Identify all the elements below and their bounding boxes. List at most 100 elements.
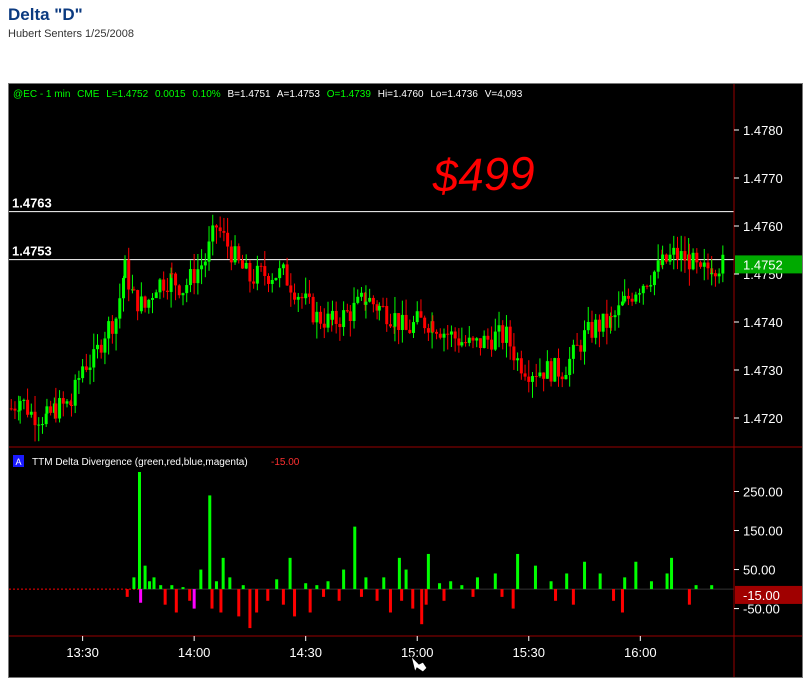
- candle-body: [29, 411, 33, 415]
- price-y-tick-label: 1.4760: [743, 219, 783, 234]
- chart-window: @EC - 1 min CME L=1.4752 0.0015 0.10% B=…: [8, 83, 803, 678]
- candle-body: [661, 254, 665, 266]
- indicator-bar-red: [308, 589, 312, 613]
- header-low: Lo=1.4736: [430, 89, 478, 100]
- candle-body: [218, 227, 222, 232]
- candle-body: [482, 335, 486, 348]
- indicator-bar-red: [174, 589, 178, 613]
- candle-body: [404, 314, 408, 330]
- candle-body: [88, 367, 92, 370]
- candle-body: [706, 262, 710, 269]
- candle-body: [702, 262, 706, 267]
- candle-body: [270, 279, 274, 284]
- indicator-bar-green: [138, 472, 141, 590]
- quote-header: @EC - 1 min CME L=1.4752 0.0015 0.10% B=…: [13, 89, 523, 100]
- price-panel: 1.4763 1.4753: [9, 196, 734, 442]
- indicator-bar-red: [400, 589, 404, 601]
- candle-body: [645, 285, 649, 287]
- candle-body: [240, 260, 244, 269]
- candle-body: [586, 321, 590, 331]
- candle-body: [334, 310, 338, 324]
- candle-body: [453, 331, 457, 339]
- indicator-bar-green: [694, 585, 698, 590]
- candle-body: [523, 373, 527, 377]
- indicator-bar-green: [364, 577, 368, 590]
- candle-body: [174, 273, 178, 286]
- candle-body: [695, 252, 699, 263]
- indicator-bar-red: [210, 589, 214, 609]
- candle-body: [534, 376, 538, 378]
- indicator-y-tick-label: 50.00: [743, 563, 776, 578]
- candle-body: [77, 378, 81, 380]
- candle-body: [252, 281, 256, 284]
- indicator-bar-green: [221, 557, 225, 590]
- candle-body: [381, 305, 385, 307]
- candle-body: [542, 372, 546, 379]
- candle-body: [237, 246, 241, 261]
- candle-body: [49, 406, 53, 413]
- candle-body: [214, 225, 218, 228]
- candle-body: [18, 400, 22, 411]
- candle-body: [564, 374, 568, 380]
- candle-body: [158, 279, 162, 293]
- indicator-marker-label: A: [16, 457, 22, 467]
- indicator-bar-green: [132, 577, 136, 590]
- candle-body: [717, 273, 721, 277]
- candle-body: [368, 297, 372, 302]
- candle-body: [675, 247, 679, 260]
- header-change-pct: 0.10%: [192, 89, 220, 100]
- candle-body: [490, 339, 494, 350]
- candle-body: [338, 323, 342, 328]
- candle-body: [211, 225, 215, 242]
- handwritten-annotation: $499: [431, 146, 536, 202]
- indicator-bar-red: [266, 589, 270, 601]
- candle-body: [58, 398, 62, 419]
- indicator-bar-green: [275, 579, 279, 590]
- indicator-bar-green: [326, 581, 330, 590]
- candle-body: [687, 254, 691, 270]
- header-bid: B=1.4751: [227, 89, 271, 100]
- indicator-current-value: -15.00: [271, 457, 300, 468]
- candle-body: [9, 408, 13, 410]
- indicator-bar-green: [397, 557, 401, 590]
- header-open: O=1.4739: [327, 89, 372, 100]
- indicator-bar-red: [359, 589, 363, 597]
- candle-body: [431, 321, 435, 332]
- candle-body: [69, 405, 73, 407]
- candle-body: [504, 326, 508, 343]
- indicator-bar-green: [199, 569, 203, 590]
- candle-body: [442, 333, 446, 338]
- last-price-label: 1.4752: [743, 257, 783, 272]
- candle-body: [412, 322, 416, 333]
- indicator-bar-red: [255, 589, 259, 613]
- indicator-bar-red: [687, 589, 691, 605]
- candle-body: [435, 331, 439, 334]
- candle-body: [713, 273, 717, 277]
- candle-body: [519, 358, 523, 374]
- candle-body: [672, 247, 676, 255]
- candle-body: [415, 311, 419, 323]
- indicator-bar-red: [219, 589, 223, 613]
- indicator-bar-red: [424, 589, 428, 605]
- indicator-bar-red: [375, 589, 379, 601]
- x-tick-label: 14:30: [289, 645, 322, 660]
- candle-body: [571, 344, 575, 359]
- indicator-bar-red: [420, 589, 424, 625]
- candle-body: [118, 298, 122, 319]
- candle-body: [285, 264, 289, 286]
- candle-body: [597, 319, 601, 332]
- candle-body: [371, 297, 375, 305]
- candle-body: [196, 269, 200, 284]
- candle-body: [170, 273, 174, 275]
- candle-body: [377, 305, 381, 311]
- candle-body: [497, 325, 501, 332]
- candle-body: [33, 411, 37, 426]
- indicator-panel: [9, 472, 734, 629]
- candle-body: [304, 293, 308, 299]
- candle-body: [226, 232, 230, 247]
- candle-body: [609, 315, 613, 318]
- x-tick-label: 15:30: [512, 645, 545, 660]
- candle-body: [263, 266, 267, 276]
- candle-body: [345, 310, 349, 312]
- indicator-bar-red: [281, 589, 285, 605]
